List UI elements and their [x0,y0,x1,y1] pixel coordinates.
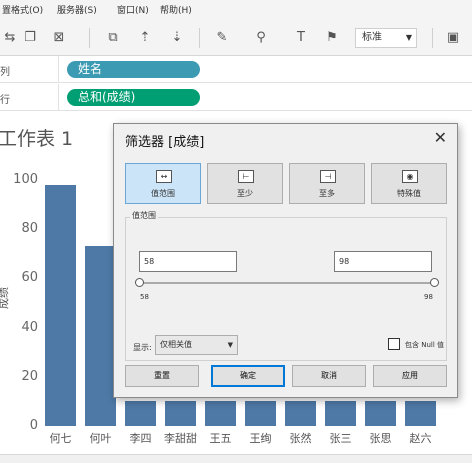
tab-at-least[interactable]: ⊢ 至少 [207,163,283,204]
x-tick-label: 王绚 [249,432,272,445]
bar-5[interactable] [245,401,276,426]
tab-at-most[interactable]: ⊣ 至多 [289,163,365,204]
bar-7[interactable] [325,401,356,426]
menu-server[interactable]: 服务器(S) [57,3,97,16]
duplicate-icon[interactable]: ❐ [20,28,40,48]
bar-8[interactable] [365,401,396,426]
include-null-checkbox[interactable] [388,338,400,350]
shelf-divider [58,84,59,111]
special-icon: ◉ [402,170,418,183]
menu-bar: 置格式(O) 服务器(S) 窗口(N) 帮助(H) [0,0,472,20]
apply-button[interactable]: 应用 [373,365,447,387]
x-tick-label: 张思 [369,432,392,445]
include-null-label: 包含 Null 值 [405,341,445,349]
filter-dialog: 筛选器 [成绩] ✕ ↔ 值范围 ⊢ 至少 ⊣ 至多 ◉ 特殊值 值范围 58 … [113,123,458,398]
rows-pill[interactable]: 总和(成绩) [67,89,200,106]
x-tick-label: 张然 [289,432,312,445]
text-label-icon[interactable]: T [291,28,311,48]
y-axis-label: 成绩 [0,287,10,309]
x-tick-label: 李甜甜 [164,432,197,445]
menu-window[interactable]: 窗口(N) [117,3,149,16]
slider-min-handle[interactable] [135,278,144,287]
ok-button[interactable]: 确定 [211,365,285,387]
x-tick-label: 何七 [49,432,72,445]
x-tick-label: 何叶 [89,432,112,445]
min-value-input[interactable]: 58 [139,251,237,272]
bar-0[interactable] [45,184,76,426]
bar-2[interactable] [125,401,156,426]
max-value-input[interactable]: 98 [334,251,432,272]
worksheet-title: 工作表 1 [0,128,74,150]
chevron-down-icon: ▼ [405,33,412,42]
sheet-tab-strip [0,454,472,463]
show-me-icon[interactable]: ▣ [443,28,463,48]
columns-shelf: 列 姓名 [0,56,472,83]
chevron-down-icon: ▼ [227,341,233,349]
bar-3[interactable] [165,401,196,426]
x-tick-label: 赵六 [409,432,432,445]
at-most-icon: ⊣ [320,170,336,183]
bar-9[interactable] [405,401,436,426]
x-tick-label: 李四 [129,432,152,445]
menu-help[interactable]: 帮助(H) [160,3,192,16]
toolbar-divider [89,28,90,48]
bar-1[interactable] [85,246,116,426]
y-tick-label: 40 [21,319,38,335]
clear-sheet-icon[interactable]: ⊠ [49,28,69,48]
y-tick-label: 80 [21,221,38,237]
y-tick-label: 0 [29,418,38,433]
toolbar: ⇆ ❐ ⊠ ⧉ ⇡ ⇣ ✎ ⚲ T ⚑ 标准 ▼ ▣ [0,20,472,56]
x-tick-label: 张三 [329,432,352,445]
y-tick-label: 60 [21,270,38,286]
show-values-select[interactable]: 仅相关值 ▼ [155,335,238,355]
toolbar-divider [199,28,200,48]
sort-descending-icon[interactable]: ⇣ [167,28,187,48]
x-tick-label: 王五 [209,432,232,445]
at-least-icon: ⊢ [238,170,254,183]
range-icon: ↔ [156,170,172,183]
range-slider[interactable] [138,282,433,284]
slider-min-label: 58 [140,293,149,301]
pin-icon[interactable]: ⚑ [322,28,342,48]
bar-4[interactable] [205,401,236,426]
highlight-pen-icon[interactable]: ✎ [212,28,232,48]
slider-max-label: 98 [424,293,433,301]
rows-shelf: 行 总和(成绩) [0,84,472,111]
close-icon[interactable]: ✕ [434,128,447,147]
show-label: 显示: [133,343,152,352]
group-icon[interactable]: ⧉ [103,28,123,48]
columns-pill[interactable]: 姓名 [67,61,200,78]
tab-range[interactable]: ↔ 值范围 [125,163,201,204]
toolbar-divider [432,28,433,48]
y-tick-label: 100 [13,172,38,187]
shelf-divider [58,56,59,83]
range-group-label: 值范围 [130,210,158,221]
bar-6[interactable] [285,401,316,426]
menu-format[interactable]: 置格式(O) [2,3,43,16]
sort-ascending-icon[interactable]: ⇡ [135,28,155,48]
swap-icon[interactable]: ⇆ [0,28,20,48]
rows-shelf-label: 行 [0,95,10,106]
y-tick-label: 20 [21,368,38,384]
columns-shelf-label: 列 [0,67,10,78]
attach-icon[interactable]: ⚲ [251,28,271,48]
reset-button[interactable]: 重置 [125,365,199,387]
slider-max-handle[interactable] [430,278,439,287]
tab-special[interactable]: ◉ 特殊值 [371,163,447,204]
font-select[interactable]: 标准 ▼ [355,28,417,48]
dialog-title: 筛选器 [成绩] [125,135,205,150]
cancel-button[interactable]: 取消 [292,365,366,387]
